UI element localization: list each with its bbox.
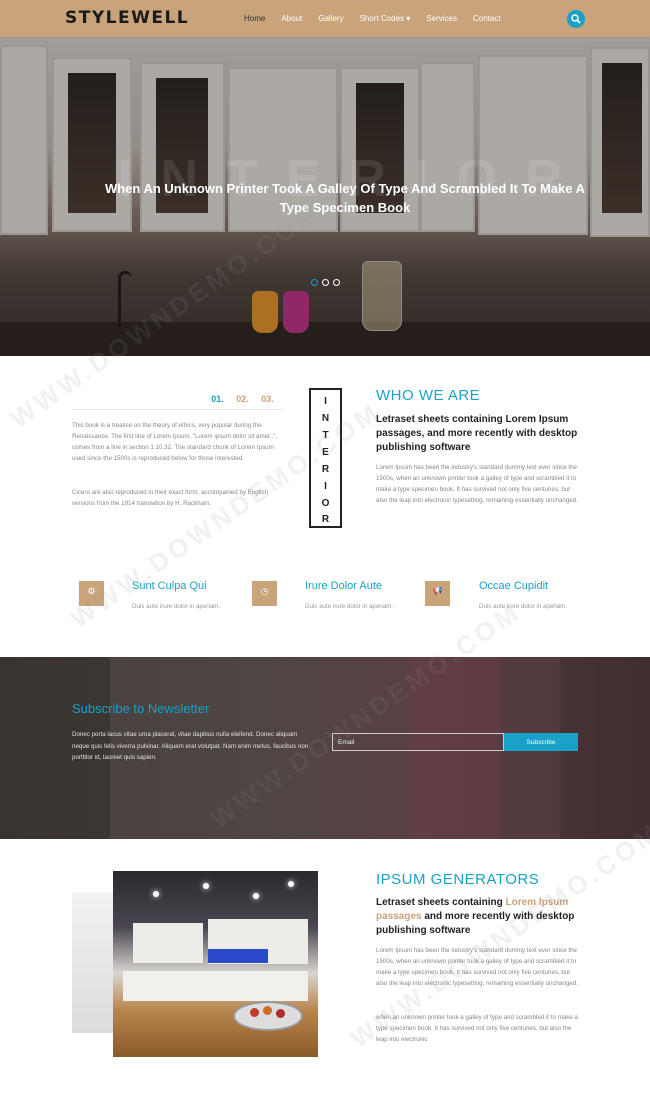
newsletter-text: Donec porta lacus vitae urna placerat, v… [72, 731, 309, 761]
ipsum-generators-body: when an unknown printer took a galley of… [376, 1014, 578, 1043]
interior-vertical-box: I N T E R I O R [309, 388, 342, 528]
ipsum-generators-body: Lorem Ipsum has been the industry's stan… [376, 947, 578, 987]
nav-services[interactable]: Services [426, 14, 457, 23]
hero-slider: INTERIOR When An Unknown Printer Took A … [0, 37, 650, 356]
nav-short-codes[interactable]: Short Codes ▾ [360, 14, 411, 23]
slider-dot[interactable] [333, 279, 340, 286]
tab-01[interactable]: 01. [205, 391, 230, 407]
feature-title: Occae Cupidit [479, 580, 549, 592]
nav-home[interactable]: Home [244, 14, 265, 23]
nav-gallery[interactable]: Gallery [318, 14, 343, 23]
feature-text: Duis aute irure dolor in aperiam. [132, 603, 221, 610]
tab-03[interactable]: 03. [255, 391, 280, 407]
search-button[interactable] [567, 10, 585, 28]
tab-divider [72, 409, 282, 410]
nav-contact[interactable]: Contact [473, 14, 501, 23]
feature-megaphone-icon: 📢 [425, 581, 450, 606]
who-we-are-body: Lorem Ipsum has been the industry's stan… [376, 464, 578, 504]
feature-clock-icon: ◷ [252, 581, 277, 606]
vertical-letter: O [321, 498, 330, 509]
about-paragraph: This book is a treatise on the theory of… [72, 422, 278, 462]
newsletter-section: Subscribe to Newsletter Donec porta lacu… [0, 657, 650, 839]
feature-text: Duis aute irure dolor in aperiam. [479, 603, 568, 610]
slider-dot[interactable] [322, 279, 329, 286]
kitchen-photo-back [72, 893, 114, 1033]
email-field[interactable] [332, 733, 504, 751]
vertical-letter: N [321, 413, 330, 424]
vertical-letter: I [324, 396, 327, 407]
kitchen-photo [113, 871, 318, 1057]
main-nav: Home About Gallery Short Codes ▾ Service… [244, 14, 517, 23]
about-paragraph: Cicero are also reproduced in their exac… [72, 489, 269, 507]
feature-title: Irure Dolor Aute [305, 580, 383, 592]
hero-title: When An Unknown Printer Took A Galley Of… [104, 181, 586, 215]
feature-gear-icon: ⚙ [79, 581, 104, 606]
tab-02[interactable]: 02. [230, 391, 255, 407]
ipsum-generators-subheading: Letraset sheets containing Lorem Ipsum p… [376, 897, 575, 936]
vertical-letter: R [321, 464, 330, 475]
site-header: STYLEWELL Home About Gallery Short Codes… [0, 0, 650, 37]
about-tabs: 01. 02. 03. [205, 391, 280, 407]
slider-dots [311, 279, 340, 286]
slider-dot[interactable] [311, 279, 318, 286]
vertical-letter: T [322, 430, 329, 441]
search-icon [571, 14, 581, 24]
newsletter-title: Subscribe to Newsletter [72, 701, 210, 716]
who-we-are-heading: WHO WE ARE [376, 387, 481, 404]
feature-title: Sunt Culpa Qui [132, 580, 207, 592]
feature-text: Duis aute irure dolor in aperiam. [305, 603, 394, 610]
vertical-letter: E [322, 447, 329, 458]
ipsum-generators-heading: IPSUM GENERATORS [376, 871, 540, 888]
nav-about[interactable]: About [281, 14, 302, 23]
subscribe-button[interactable]: Subscribe [504, 733, 578, 751]
who-we-are-subheading: Letraset sheets containing Lorem Ipsum p… [376, 414, 578, 453]
site-logo[interactable]: STYLEWELL [65, 8, 189, 28]
vertical-letter: R [321, 514, 330, 525]
vertical-letter: I [324, 481, 327, 492]
